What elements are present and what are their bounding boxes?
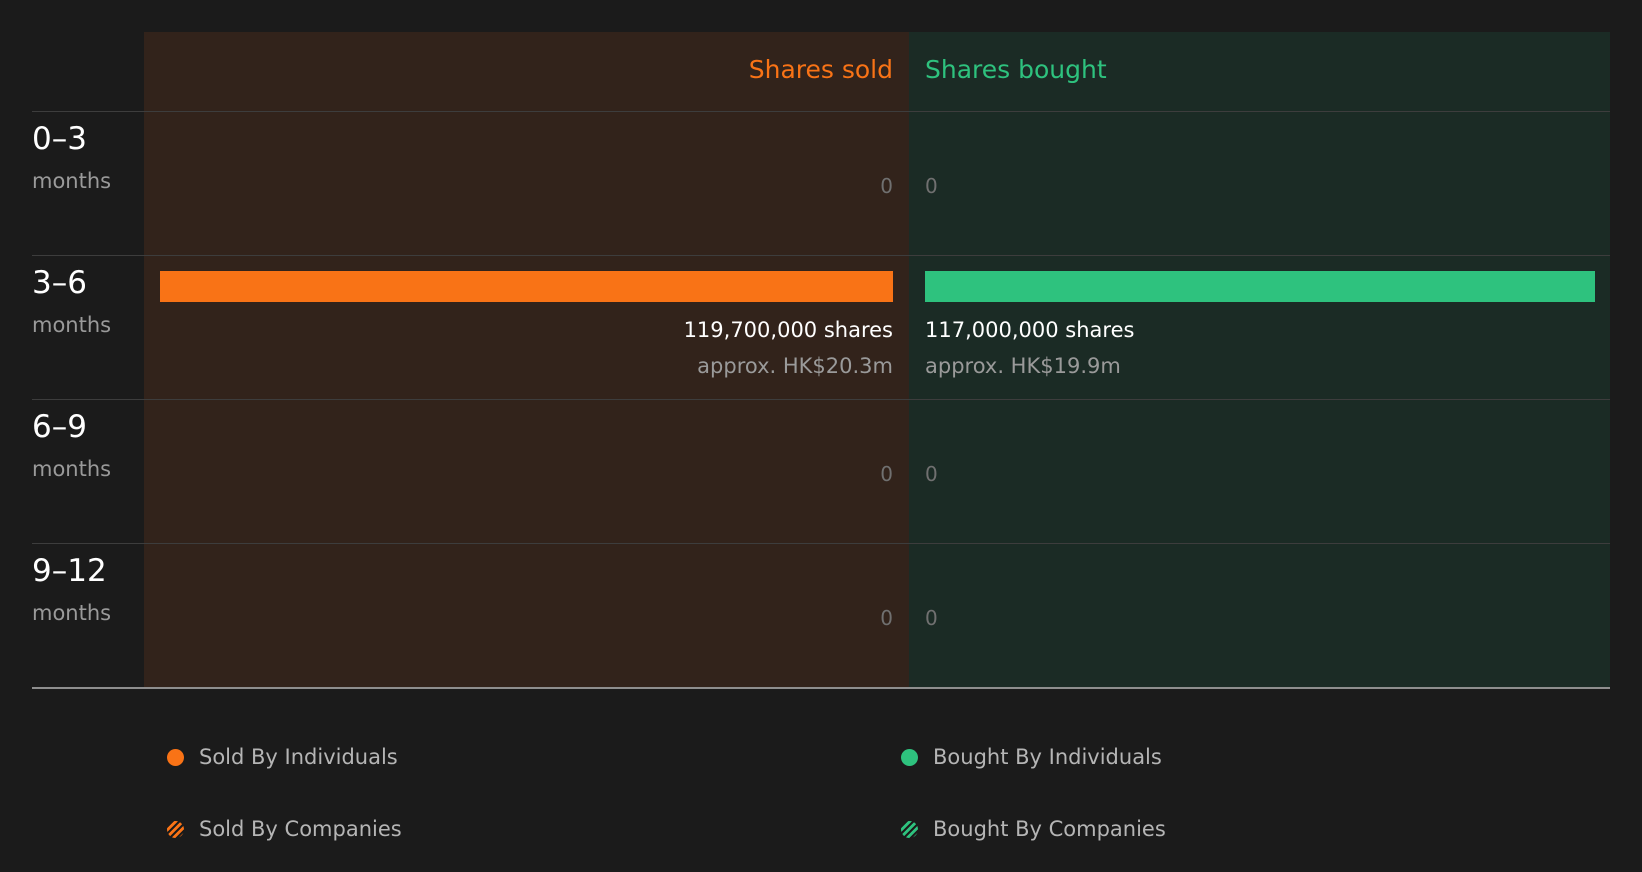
bought-value-label: approx. HK$19.9m (925, 354, 1121, 378)
row-range-label: 0–3 (32, 121, 87, 157)
legend-label: Sold By Companies (199, 817, 402, 841)
chart-row: 9–12 months 0 0 (0, 543, 1642, 687)
bought-companies-hatched-swatch-icon (901, 820, 918, 838)
sold-shares-label: 119,700,000 shares (683, 318, 893, 342)
legend-item-sold-individuals[interactable]: Sold By Individuals (167, 742, 398, 772)
sold-bar (160, 271, 893, 302)
insider-trading-chart: Shares sold Shares bought 0–3 months 0 0 3–6… (0, 0, 1642, 700)
bought-individuals-swatch-icon (901, 748, 918, 766)
sold-value-label: approx. HK$20.3m (697, 354, 893, 378)
legend-item-bought-individuals[interactable]: Bought By Individuals (901, 742, 1162, 772)
sold-individuals-swatch-icon (167, 748, 184, 766)
row-range-label: 3–6 (32, 265, 87, 301)
row-range-label: 9–12 (32, 553, 107, 589)
row-range-label: 6–9 (32, 409, 87, 445)
legend-label: Bought By Individuals (933, 745, 1162, 769)
legend-label: Sold By Individuals (199, 745, 398, 769)
chart-row: 0–3 months 0 0 (0, 111, 1642, 255)
chart-row: 6–9 months 0 0 (0, 399, 1642, 543)
legend-label: Bought By Companies (933, 817, 1166, 841)
legend-item-bought-companies[interactable]: Bought By Companies (901, 814, 1166, 844)
legend-item-sold-companies[interactable]: Sold By Companies (167, 814, 402, 844)
bought-shares-label: 117,000,000 shares (925, 318, 1135, 342)
row-unit-label: months (32, 169, 112, 193)
bought-zero-label: 0 (925, 606, 938, 630)
sold-zero-label: 0 (880, 606, 893, 630)
chart-row: 3–6 months 119,700,000 shares approx. HK$20… (0, 255, 1642, 399)
shares-bought-header: Shares bought (925, 55, 1107, 84)
row-unit-label: months (32, 601, 112, 625)
bought-zero-label: 0 (925, 174, 938, 198)
sold-zero-label: 0 (880, 462, 893, 486)
row-unit-label: months (32, 457, 112, 481)
shares-sold-header: Shares sold (748, 55, 893, 84)
row-unit-label: months (32, 313, 112, 337)
sold-zero-label: 0 (880, 174, 893, 198)
sold-companies-hatched-swatch-icon (167, 820, 184, 838)
chart-legend: Sold By Individuals Bought By Individual… (0, 700, 1642, 872)
x-axis-baseline (32, 687, 1610, 689)
bought-zero-label: 0 (925, 462, 938, 486)
bought-bar (925, 271, 1595, 302)
